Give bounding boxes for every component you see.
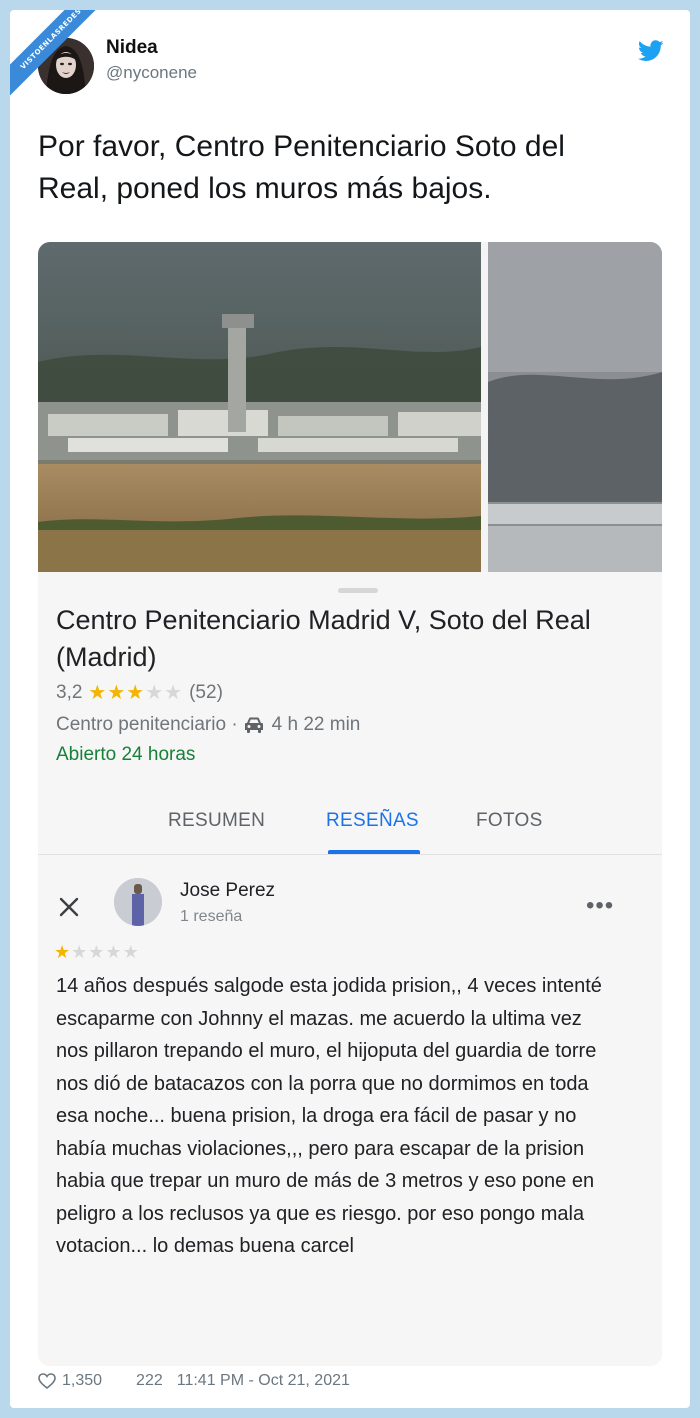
- tab-resenas[interactable]: RESEÑAS: [326, 810, 419, 832]
- star-filled-icon: ★: [88, 682, 107, 704]
- reviewer-name[interactable]: Jose Perez: [180, 880, 275, 902]
- like-count[interactable]: 1,350: [62, 1372, 102, 1390]
- star-empty-icon: ★: [105, 942, 122, 962]
- star-empty-icon: ★: [88, 942, 105, 962]
- prison-photo-secondary[interactable]: [488, 242, 662, 572]
- car-icon: [244, 717, 263, 733]
- tab-resumen[interactable]: RESUMEN: [168, 810, 265, 832]
- reviewer-review-count: 1 reseña: [180, 908, 243, 925]
- reply-count[interactable]: 222: [136, 1372, 163, 1390]
- star-filled-icon: ★: [54, 942, 71, 962]
- sheet-drag-handle[interactable]: [338, 588, 378, 593]
- star-filled-icon: ★: [107, 682, 126, 704]
- maps-place-sheet: Centro Penitenciario Madrid V, Soto del …: [38, 572, 662, 1366]
- open-hours-status: Abierto 24 horas: [56, 744, 196, 765]
- review-stars: ★ ★ ★ ★ ★: [54, 942, 140, 962]
- close-icon[interactable]: [56, 894, 82, 920]
- reviewer-avatar-image: [114, 878, 162, 926]
- reviewer-avatar[interactable]: [114, 878, 162, 926]
- heart-icon[interactable]: [38, 1373, 56, 1389]
- star-empty-icon: ★: [122, 942, 139, 962]
- star-filled-icon: ★: [126, 682, 145, 704]
- author-name[interactable]: Nidea: [106, 37, 158, 59]
- tweet-timestamp[interactable]: 11:41 PM - Oct 21, 2021: [177, 1372, 350, 1390]
- tweet-text: Por favor, Centro Penitenciario Soto del…: [38, 130, 565, 205]
- star-empty-icon: ★: [145, 682, 164, 704]
- category-row: Centro penitenciario · 4 h 22 min: [56, 714, 360, 736]
- tab-fotos[interactable]: FOTOS: [476, 810, 543, 832]
- tabs-divider: [38, 854, 662, 855]
- rating-stars: ★ ★ ★ ★ ★: [88, 683, 183, 703]
- place-title: Centro Penitenciario Madrid V, Soto del …: [56, 605, 591, 672]
- more-options-icon[interactable]: •••: [586, 892, 614, 920]
- review-item: Jose Perez 1 reseña ••• ★ ★ ★ ★ ★ 14 año…: [38, 862, 662, 1362]
- star-empty-icon: ★: [71, 942, 88, 962]
- place-tabs: RESUMEN RESEÑAS FOTOS: [38, 794, 662, 854]
- tweet-media[interactable]: Centro Penitenciario Madrid V, Soto del …: [38, 242, 662, 1366]
- tweet-footer: 1,350 222 11:41 PM - Oct 21, 2021: [38, 1372, 350, 1390]
- twitter-bird-icon[interactable]: [638, 40, 664, 62]
- author-handle[interactable]: @nyconene: [106, 63, 197, 83]
- place-category: Centro penitenciario ·: [56, 714, 238, 735]
- rating-row[interactable]: 3,2 ★ ★ ★ ★ ★ (52): [56, 682, 223, 704]
- rating-value: 3,2: [56, 682, 83, 703]
- prison-photo[interactable]: [38, 242, 481, 572]
- tweet-card: VISTOENLASREDES Nidea @nyconene Por favo…: [10, 10, 690, 1408]
- rating-count: (52): [189, 682, 223, 703]
- review-text: 14 años después salgode esta jodida pris…: [56, 975, 602, 1257]
- star-empty-icon: ★: [164, 682, 183, 704]
- drive-time: 4 h 22 min: [271, 714, 361, 735]
